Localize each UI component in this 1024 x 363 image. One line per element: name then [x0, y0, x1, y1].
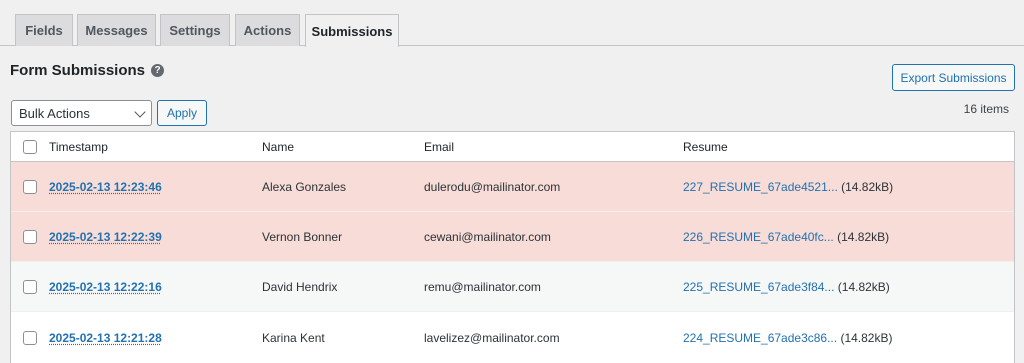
- table-row: 2025-02-13 12:22:16 David Hendrix remu@mai…: [11, 262, 1014, 312]
- export-submissions-button[interactable]: Export Submissions: [892, 64, 1015, 91]
- page-title: Form Submissions ?: [10, 62, 165, 79]
- row-checkbox[interactable]: [23, 331, 37, 345]
- resume-file-link[interactable]: 227_RESUME_67ade4521...: [683, 180, 838, 194]
- resume-file-link[interactable]: 226_RESUME_67ade40fc...: [683, 230, 834, 244]
- name-cell: David Hendrix: [262, 280, 338, 294]
- resume-cell: 225_RESUME_67ade3f84... (14.82kB): [683, 280, 890, 294]
- apply-button[interactable]: Apply: [157, 100, 207, 126]
- timestamp-cell: 2025-02-13 12:22:39: [49, 230, 162, 244]
- row-checkbox[interactable]: [23, 180, 37, 194]
- file-size: (14.82kB): [837, 280, 890, 294]
- timestamp-link[interactable]: 2025-02-13 12:22:39: [49, 230, 162, 244]
- name-cell: Karina Kent: [262, 331, 325, 345]
- page-title-text: Form Submissions: [10, 62, 146, 79]
- column-header-resume: Resume: [683, 140, 728, 154]
- table-row: 2025-02-13 12:23:46 Alexa Gonzales dulerod…: [11, 162, 1014, 212]
- row-checkbox[interactable]: [23, 230, 37, 244]
- resume-cell: 226_RESUME_67ade40fc... (14.82kB): [683, 230, 889, 244]
- file-size: (14.82kB): [840, 331, 893, 345]
- tab-bar: Fields Messages Settings Actions Submiss…: [0, 0, 1024, 47]
- email-cell: lavelizez@mailinator.com: [424, 331, 560, 345]
- timestamp-link[interactable]: 2025-02-13 12:21:28: [49, 331, 162, 345]
- column-header-email: Email: [424, 140, 455, 154]
- file-size: (14.82kB): [841, 180, 894, 194]
- column-header-timestamp[interactable]: Timestamp: [49, 140, 108, 154]
- timestamp-cell: 2025-02-13 12:23:46: [49, 180, 162, 194]
- bulk-actions-select[interactable]: Bulk Actions: [11, 100, 152, 126]
- name-cell: Alexa Gonzales: [262, 180, 347, 194]
- table-row: 2025-02-13 12:22:39 Vernon Bonner cewani@m…: [11, 212, 1014, 262]
- timestamp-cell: 2025-02-13 12:22:16: [49, 280, 162, 294]
- timestamp-link[interactable]: 2025-02-13 12:22:16: [49, 280, 162, 294]
- resume-file-link[interactable]: 224_RESUME_67ade3c86...: [683, 331, 837, 345]
- tab-messages[interactable]: Messages: [77, 14, 156, 46]
- resume-file-link[interactable]: 225_RESUME_67ade3f84...: [683, 280, 834, 294]
- table-row: 2025-02-13 12:21:28 Karina Kent lavelizez@…: [11, 312, 1014, 363]
- submissions-table: Timestamp Name Email Resume 2025-02-13 1…: [10, 131, 1015, 363]
- row-checkbox[interactable]: [23, 280, 37, 294]
- question-circle-icon[interactable]: ?: [151, 64, 165, 77]
- timestamp-cell: 2025-02-13 12:21:28: [49, 331, 162, 345]
- bulk-actions-selected: Bulk Actions: [19, 105, 90, 121]
- resume-cell: 227_RESUME_67ade4521... (14.82kB): [683, 180, 893, 194]
- item-count: 16 items: [963, 102, 1009, 116]
- chevron-down-icon: [134, 106, 146, 118]
- file-size: (14.82kB): [837, 230, 890, 244]
- email-cell: dulerodu@mailinator.com: [424, 180, 561, 194]
- tab-settings[interactable]: Settings: [160, 14, 230, 46]
- column-header-name: Name: [262, 140, 295, 154]
- email-cell: cewani@mailinator.com: [424, 230, 551, 244]
- table-header: Timestamp Name Email Resume: [11, 132, 1014, 162]
- select-all-checkbox[interactable]: [23, 140, 37, 154]
- email-cell: remu@mailinator.com: [424, 280, 541, 294]
- tab-fields[interactable]: Fields: [15, 14, 73, 46]
- timestamp-link[interactable]: 2025-02-13 12:23:46: [49, 180, 162, 194]
- resume-cell: 224_RESUME_67ade3c86... (14.82kB): [683, 331, 892, 345]
- name-cell: Vernon Bonner: [262, 230, 343, 244]
- tab-actions[interactable]: Actions: [235, 14, 300, 46]
- tab-submissions[interactable]: Submissions: [305, 14, 399, 47]
